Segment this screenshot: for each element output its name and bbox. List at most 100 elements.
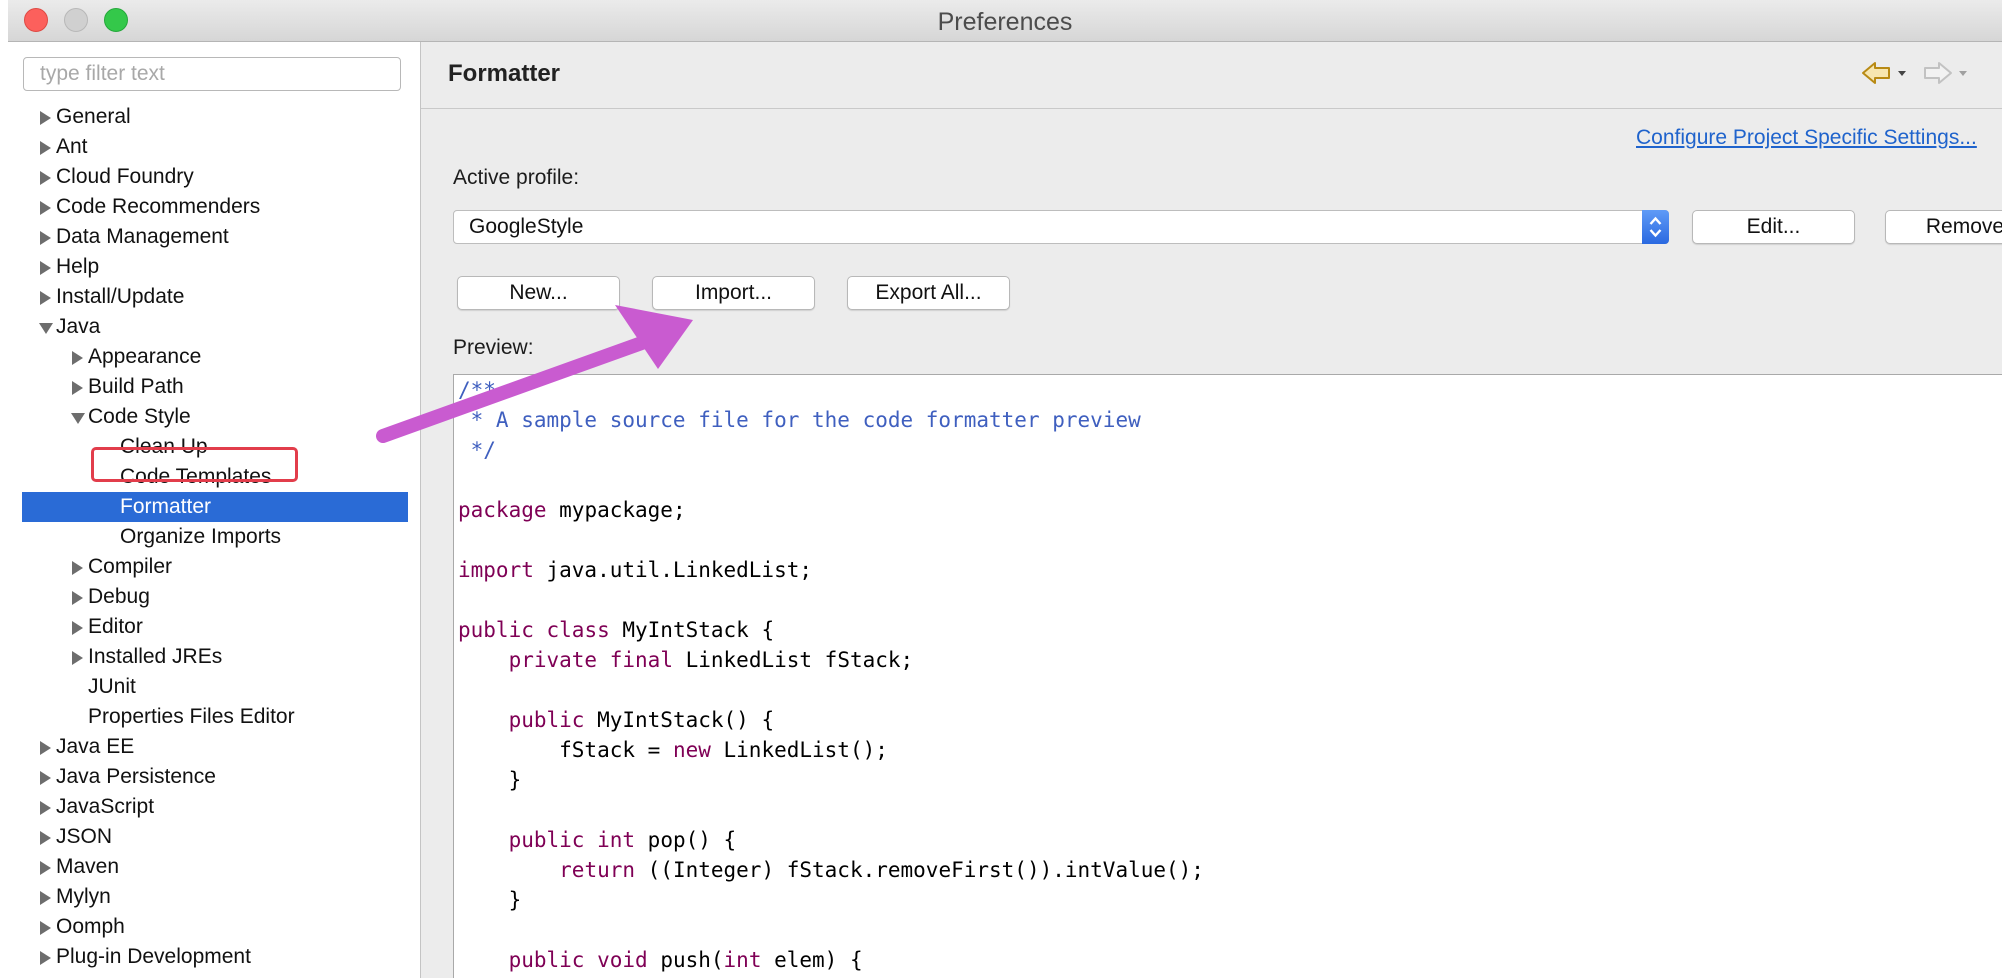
collapsed-triangle-icon[interactable] bbox=[40, 111, 51, 125]
collapsed-triangle-icon[interactable] bbox=[72, 561, 83, 575]
tree-item-formatter[interactable]: Formatter bbox=[22, 492, 408, 522]
code-text: MyIntStack { bbox=[609, 618, 775, 642]
collapsed-triangle-icon[interactable] bbox=[40, 141, 51, 155]
tree-item-appearance[interactable]: Appearance bbox=[8, 342, 420, 372]
tree-item-label: Install/Update bbox=[56, 285, 185, 308]
code-line: public int pop() { bbox=[458, 825, 1204, 855]
tree-item-oomph[interactable]: Oomph bbox=[8, 912, 420, 942]
collapsed-triangle-icon[interactable] bbox=[40, 861, 51, 875]
tree-item-plug-in-development[interactable]: Plug-in Development bbox=[8, 942, 420, 972]
collapsed-triangle-icon[interactable] bbox=[40, 741, 51, 755]
code-text: mypackage; bbox=[546, 498, 686, 522]
collapsed-triangle-icon[interactable] bbox=[40, 831, 51, 845]
tree-item-label: Java bbox=[56, 315, 101, 338]
edit-profile-button[interactable]: Edit... bbox=[1692, 210, 1855, 244]
tree-item-java[interactable]: Java bbox=[8, 312, 420, 342]
code-line: public class MyIntStack { bbox=[458, 615, 1204, 645]
collapsed-triangle-icon[interactable] bbox=[72, 351, 83, 365]
tree-item-label: Installed JREs bbox=[88, 645, 223, 668]
select-arrows-icon[interactable] bbox=[1642, 210, 1669, 244]
tree-item-ant[interactable]: Ant bbox=[8, 132, 420, 162]
tree-item-editor[interactable]: Editor bbox=[8, 612, 420, 642]
export-all-button[interactable]: Export All... bbox=[847, 276, 1010, 310]
code-preview[interactable]: /** * A sample source file for the code … bbox=[453, 374, 2002, 978]
tree-item-code-templates[interactable]: Code Templates bbox=[8, 462, 420, 492]
tree-item-cloud-foundry[interactable]: Cloud Foundry bbox=[8, 162, 420, 192]
collapsed-triangle-icon[interactable] bbox=[72, 621, 83, 635]
tree-item-label: Oomph bbox=[56, 915, 125, 938]
tree-item-javascript[interactable]: JavaScript bbox=[8, 792, 420, 822]
new-profile-button[interactable]: New... bbox=[457, 276, 620, 310]
expanded-triangle-icon[interactable] bbox=[39, 323, 53, 334]
collapsed-triangle-icon[interactable] bbox=[40, 231, 51, 245]
preference-tree: General Ant Cloud Foundry Code Recommenders… bbox=[8, 102, 420, 972]
tree-item-compiler[interactable]: Compiler bbox=[8, 552, 420, 582]
collapsed-triangle-icon[interactable] bbox=[40, 771, 51, 785]
tree-item-debug[interactable]: Debug bbox=[8, 582, 420, 612]
tree-item-mylyn[interactable]: Mylyn bbox=[8, 882, 420, 912]
import-profile-button[interactable]: Import... bbox=[652, 276, 815, 310]
tree-item-maven[interactable]: Maven bbox=[8, 852, 420, 882]
forward-arrow-icon[interactable] bbox=[1924, 62, 1967, 84]
collapsed-triangle-icon[interactable] bbox=[40, 891, 51, 905]
tree-item-general[interactable]: General bbox=[8, 102, 420, 132]
collapsed-triangle-icon[interactable] bbox=[40, 171, 51, 185]
collapsed-triangle-icon[interactable] bbox=[72, 381, 83, 395]
collapsed-triangle-icon[interactable] bbox=[40, 201, 51, 215]
back-arrow-icon[interactable] bbox=[1862, 62, 1906, 84]
tree-item-label: Ant bbox=[56, 135, 88, 158]
tree-item-help[interactable]: Help bbox=[8, 252, 420, 282]
tree-item-label: Debug bbox=[88, 585, 150, 608]
code-comment: /** bbox=[458, 378, 496, 402]
tree-item-label: JSON bbox=[56, 825, 113, 848]
active-profile-select[interactable]: GoogleStyle bbox=[453, 210, 1669, 244]
history-navigation bbox=[1862, 62, 1967, 84]
collapsed-triangle-icon[interactable] bbox=[72, 591, 83, 605]
code-keyword: class bbox=[546, 618, 610, 642]
code-keyword: return bbox=[559, 858, 636, 882]
code-keyword: int bbox=[723, 948, 762, 972]
collapsed-triangle-icon[interactable] bbox=[40, 951, 51, 965]
tree-item-install-update[interactable]: Install/Update bbox=[8, 282, 420, 312]
tree-item-java-ee[interactable]: Java EE bbox=[8, 732, 420, 762]
configure-project-settings-link[interactable]: Configure Project Specific Settings... bbox=[1636, 126, 1977, 150]
code-text: } bbox=[458, 768, 522, 792]
code-keyword: int bbox=[597, 828, 636, 852]
collapsed-triangle-icon[interactable] bbox=[40, 801, 51, 815]
tree-item-build-path[interactable]: Build Path bbox=[8, 372, 420, 402]
collapsed-triangle-icon[interactable] bbox=[40, 921, 51, 935]
code-keyword: public bbox=[458, 618, 534, 642]
tree-item-organize-imports[interactable]: Organize Imports bbox=[8, 522, 420, 552]
tree-item-label: Compiler bbox=[88, 555, 173, 578]
tree-item-data-management[interactable]: Data Management bbox=[8, 222, 420, 252]
collapsed-triangle-icon[interactable] bbox=[40, 291, 51, 305]
tree-item-json[interactable]: JSON bbox=[8, 822, 420, 852]
code-line: } bbox=[458, 765, 1204, 795]
code-line: import java.util.LinkedList; bbox=[458, 555, 1204, 585]
tree-item-label: Cloud Foundry bbox=[56, 165, 194, 188]
code-line: public MyIntStack() { bbox=[458, 705, 1204, 735]
remove-profile-button[interactable]: Remove bbox=[1885, 210, 2002, 244]
code-line: fStack = new LinkedList(); bbox=[458, 735, 1204, 765]
collapsed-triangle-icon[interactable] bbox=[40, 261, 51, 275]
expanded-triangle-icon[interactable] bbox=[71, 413, 85, 424]
collapsed-triangle-icon[interactable] bbox=[72, 651, 83, 665]
tree-item-code-style[interactable]: Code Style bbox=[8, 402, 420, 432]
code-line: public void push(int elem) { bbox=[458, 945, 1204, 975]
tree-item-java-persistence[interactable]: Java Persistence bbox=[8, 762, 420, 792]
tree-item-installed-jres[interactable]: Installed JREs bbox=[8, 642, 420, 672]
tree-item-junit[interactable]: JUnit bbox=[8, 672, 420, 702]
preferences-window: Preferences General Ant Cloud Foundry Code … bbox=[8, 0, 2002, 978]
tree-item-clean-up[interactable]: Clean Up bbox=[8, 432, 420, 462]
filter-input[interactable] bbox=[23, 57, 401, 91]
tree-item-code-recommenders[interactable]: Code Recommenders bbox=[8, 192, 420, 222]
tree-item-properties-files-editor[interactable]: Properties Files Editor bbox=[8, 702, 420, 732]
code-line: private final LinkedList fStack; bbox=[458, 645, 1204, 675]
code-text: MyIntStack() { bbox=[584, 708, 775, 732]
tree-item-label: Java Persistence bbox=[56, 765, 216, 788]
